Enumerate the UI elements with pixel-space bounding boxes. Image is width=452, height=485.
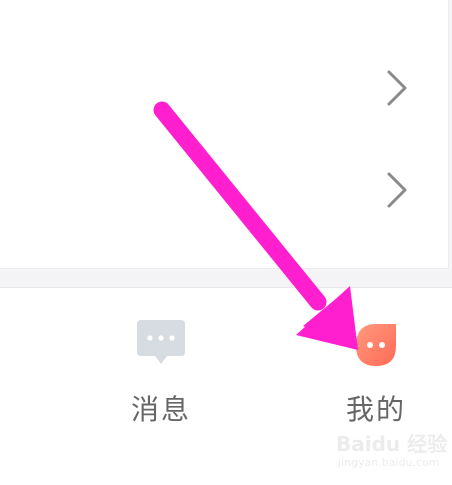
settings-row[interactable] — [0, 160, 448, 220]
chat-bubble-icon — [137, 320, 185, 364]
tab-label-messages: 消息 — [130, 393, 191, 426]
settings-card — [0, 0, 449, 269]
settings-row[interactable] — [0, 58, 448, 118]
chevron-right-icon — [387, 172, 407, 208]
tab-messages[interactable]: 消息 — [101, 318, 221, 428]
chevron-right-icon — [387, 70, 407, 106]
watermark-url: jingyan.baidu.com — [338, 456, 440, 469]
watermark-brand: Baidu 经验 — [336, 432, 448, 456]
tab-label-mine: 我的 — [345, 393, 406, 426]
baidu-jingyan-watermark: Baidu 经验 jingyan.baidu.com — [336, 428, 448, 480]
profile-face-icon — [356, 324, 396, 366]
tab-mine[interactable]: 我的 — [316, 318, 436, 428]
